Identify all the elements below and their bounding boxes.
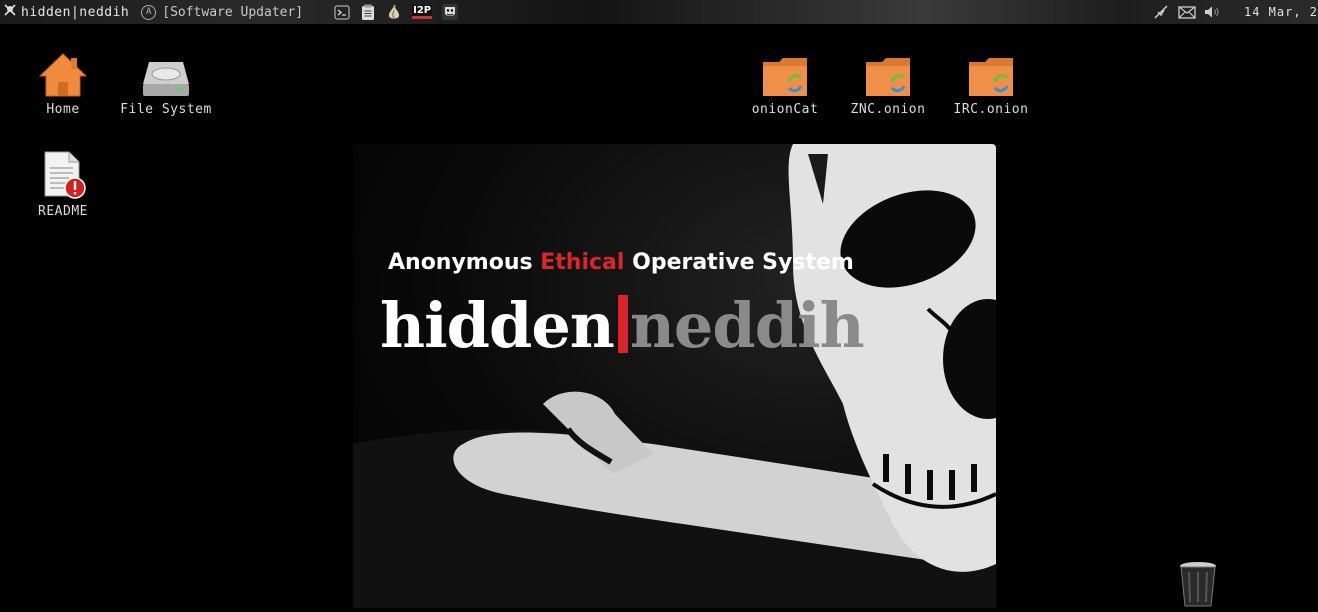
onioncat-label: onionCat [751, 102, 819, 117]
main-menu-button[interactable]: hidden|neddih [0, 0, 129, 24]
desktop-icon-irc-onion[interactable]: IRC.onion [941, 46, 1041, 117]
mail-icon[interactable] [1178, 3, 1196, 21]
tor-onion-icon[interactable] [385, 3, 403, 21]
folder-sync-icon [969, 58, 1013, 96]
i2p-icon[interactable]: I2P [411, 3, 433, 21]
network-icon[interactable] [1152, 3, 1170, 21]
os-logo: hidden neddih [380, 289, 865, 362]
system-tray: 14 Mar, 2 [1152, 0, 1318, 24]
top-panel: hidden|neddih A [Software Updater] I2P 1… [0, 0, 1318, 24]
logo-left: hidden [380, 289, 615, 362]
logo-right: neddih [629, 289, 865, 362]
text-editor-icon[interactable] [359, 3, 377, 21]
folder-sync-icon [763, 58, 807, 96]
os-tagline: Anonymous Ethical Operative System [388, 250, 854, 275]
trash-icon[interactable] [1178, 560, 1218, 608]
readme-label: README [38, 204, 88, 219]
filesystem-label: File System [120, 102, 212, 117]
home-label: Home [46, 102, 80, 117]
desktop-icon-readme[interactable]: README [13, 148, 113, 219]
desktop-icon-znc-onion[interactable]: ZNC.onion [838, 46, 938, 117]
panel-clock[interactable]: 14 Mar, 2 [1244, 5, 1318, 19]
anonymous-mask-icon[interactable] [441, 3, 459, 21]
znc-label: ZNC.onion [850, 102, 926, 117]
taskbar-software-updater[interactable]: A [Software Updater] [141, 0, 303, 24]
app-menu-label: hidden|neddih [21, 4, 130, 20]
irc-label: IRC.onion [953, 102, 1029, 117]
folder-sync-icon [866, 58, 910, 96]
skull-crossbones-image [353, 144, 996, 608]
task-label: [Software Updater] [162, 4, 304, 20]
desktop-icon-home[interactable]: Home [13, 46, 113, 117]
terminal-icon[interactable] [333, 3, 351, 21]
pirate-flag-icon [3, 3, 17, 21]
desktop-icon-onioncat[interactable]: onionCat [735, 46, 835, 117]
readme-file-icon [44, 151, 86, 199]
updater-badge-icon: A [141, 4, 157, 20]
desktop-icon-filesystem[interactable]: File System [116, 46, 216, 117]
panel-launchers: I2P [333, 0, 459, 24]
logo-red-bar [617, 295, 628, 353]
desktop-wallpaper [353, 144, 996, 608]
hard-drive-icon [143, 62, 189, 96]
home-folder-icon [38, 53, 88, 97]
volume-icon[interactable] [1204, 3, 1222, 21]
